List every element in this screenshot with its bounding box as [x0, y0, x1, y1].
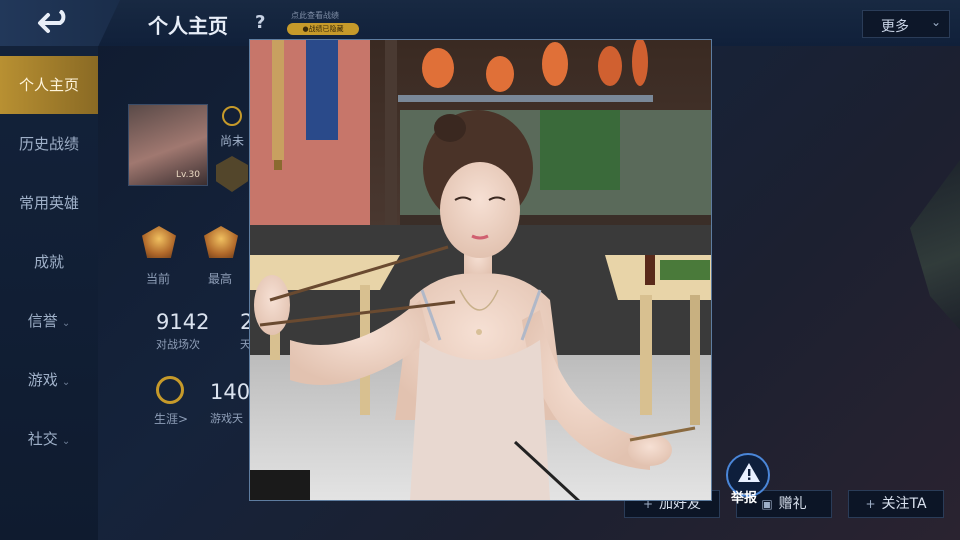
sidebar-item-credit[interactable]: 信誉 ⌄: [0, 292, 98, 350]
chevron-down-icon: ⌄: [61, 377, 71, 388]
player-name: 尚未: [220, 134, 245, 148]
current-rank-label: 当前: [146, 272, 171, 286]
follow-button[interactable]: + 关注TA: [848, 490, 944, 518]
sidebar: 个人主页 历史战绩 常用英雄 成就 信誉 ⌄ 游戏 ⌄ 社交 ⌄: [0, 46, 98, 540]
career-link[interactable]: 生涯>: [154, 410, 188, 427]
badge-pill: ●战绩已隐藏: [287, 23, 359, 35]
current-rank-icon: [142, 226, 176, 258]
question-icon[interactable]: ?: [255, 12, 265, 33]
page-title: 个人主页: [148, 14, 228, 38]
honor-icon: [222, 106, 242, 126]
back-button[interactable]: [0, 0, 120, 46]
matches-value: 9142: [156, 310, 210, 334]
sidebar-item-label: 信誉: [27, 312, 58, 330]
decorative-leaf: [910, 160, 960, 330]
avatar-level: Lv.30: [176, 170, 200, 180]
sidebar-item-achievements[interactable]: 成就: [0, 233, 98, 291]
sidebar-item-profile[interactable]: 个人主页: [0, 56, 98, 114]
avatar-photo: [250, 40, 711, 500]
game-days-value: 140: [210, 380, 251, 404]
sidebar-item-label: 游戏: [27, 371, 58, 389]
report-label: 举报: [731, 491, 758, 506]
sidebar-item-social[interactable]: 社交 ⌄: [0, 410, 98, 468]
back-arrow-icon: [38, 10, 66, 33]
sidebar-item-game[interactable]: 游戏 ⌄: [0, 351, 98, 409]
sidebar-item-history[interactable]: 历史战绩: [0, 115, 98, 173]
avatar-photo-viewer[interactable]: [249, 39, 712, 501]
sidebar-item-label: 成就: [33, 253, 64, 271]
report-button[interactable]: 举报: [725, 453, 771, 506]
sidebar-item-label: 常用英雄: [18, 194, 79, 212]
chevron-down-icon: ⌄: [931, 15, 942, 29]
best-rank-icon: [204, 226, 238, 258]
badge-caption: 点此查看战绩: [291, 11, 339, 20]
sidebar-item-label: 个人主页: [18, 76, 79, 94]
matches-label: 对战场次: [156, 338, 200, 351]
rank-shield-icon: [216, 156, 248, 192]
gift-label: 赠礼: [778, 496, 807, 512]
sidebar-item-label: 社交: [27, 430, 58, 448]
chevron-down-icon: ⌄: [61, 436, 71, 447]
follow-label: 关注TA: [881, 496, 927, 512]
best-rank-label: 最高: [208, 272, 233, 286]
game-days-label: 游戏天: [210, 412, 243, 425]
record-status-badge[interactable]: 点此查看战绩 ●战绩已隐藏: [287, 10, 359, 36]
follow-icon: +: [865, 497, 876, 511]
warning-triangle-icon: [738, 463, 760, 482]
chevron-down-icon: ⌄: [61, 318, 71, 329]
sidebar-item-label: 历史战绩: [18, 135, 79, 153]
sidebar-item-heroes[interactable]: 常用英雄: [0, 174, 98, 232]
more-dropdown[interactable]: 更多 ⌄: [862, 10, 950, 38]
more-label: 更多: [881, 19, 909, 35]
career-icon[interactable]: [156, 376, 184, 404]
